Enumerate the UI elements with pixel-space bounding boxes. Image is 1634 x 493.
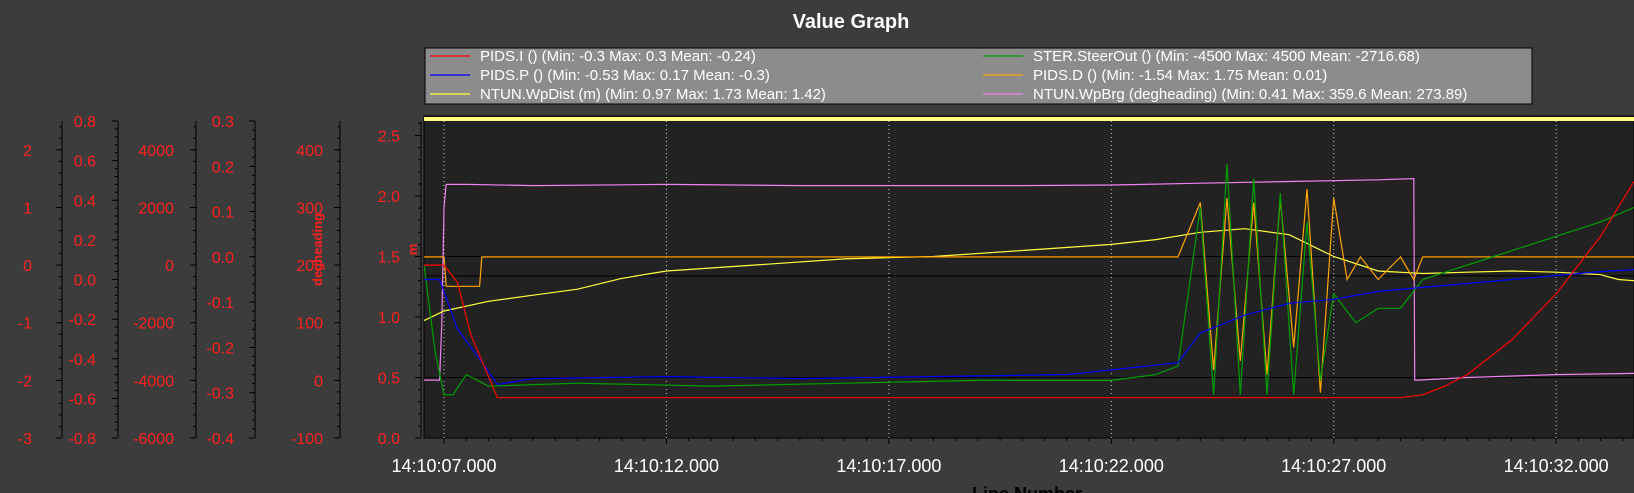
legend-entry: STER.SteerOut () (Min: -4500 Max: 4500 M… — [1033, 48, 1420, 65]
chart-svg[interactable]: Value Graph PIDS.I () (Min: -0.3 Max: 0.… — [0, 0, 1634, 493]
y-tick-label: 400 — [296, 143, 323, 160]
y-tick-label: 0 — [314, 373, 323, 390]
y-tick-label: 0.6 — [74, 154, 96, 171]
y-tick-label: -0.6 — [68, 391, 96, 408]
y-tick-label: 2 — [23, 143, 32, 160]
y-tick-label: 0.0 — [74, 273, 96, 290]
y-tick-label: 0.1 — [212, 205, 234, 222]
y-tick-label: 0.5 — [378, 371, 400, 388]
y-tick-label: -4000 — [133, 373, 174, 390]
chart-title: Value Graph — [793, 11, 910, 33]
y-axis: -6000 -4000 -2000 0 2000 4000 — [133, 121, 197, 448]
y-tick-label: -0.2 — [68, 312, 96, 329]
y-tick-label: -0.1 — [206, 295, 234, 312]
x-tick-label: 14:10:32.000 — [1504, 456, 1609, 476]
y-tick-label: 0.3 — [212, 114, 234, 131]
plot-area[interactable] — [423, 115, 1634, 439]
y-tick-label: 1.0 — [378, 310, 400, 327]
top-highlight-bar — [424, 117, 1634, 121]
y-tick-label: -0.3 — [206, 386, 234, 403]
y-tick-label: 100 — [296, 316, 323, 333]
y-axes: -3 -2 -1 0 1 2 -0.8 -0.6 -0.4 -0.2 0.0 0.2 0.4 0.6 0.8… — [18, 114, 422, 448]
y-tick-label: -0.4 — [206, 431, 234, 448]
y-tick-label: 2.5 — [378, 129, 400, 146]
legend-entry: NTUN.WpBrg (degheading) (Min: 0.41 Max: … — [1033, 86, 1467, 103]
y-axis: -0.4 -0.3 -0.2 -0.1 0.0 0.1 0.2 0.3 — [206, 114, 256, 448]
x-tick-label: 14:10:17.000 — [836, 456, 941, 476]
y-tick-label: -2 — [18, 373, 32, 390]
legend-entry: PIDS.I () (Min: -0.3 Max: 0.3 Mean: -0.2… — [480, 48, 756, 65]
x-tick-label: 14:10:22.000 — [1059, 456, 1164, 476]
y-tick-label: -0.2 — [206, 340, 234, 357]
x-axis-label: Line Number — [972, 484, 1082, 493]
y-tick-label: 0 — [23, 258, 32, 275]
y-tick-label: 0.0 — [378, 431, 400, 448]
y-tick-label: 4000 — [138, 143, 174, 160]
legend-entry: PIDS.D () (Min: -1.54 Max: 1.75 Mean: 0.… — [1033, 67, 1327, 84]
x-tick-label: 14:10:07.000 — [391, 456, 496, 476]
y-axis-label: m — [405, 244, 420, 256]
value-graph-window: Value Graph PIDS.I () (Min: -0.3 Max: 0.… — [0, 0, 1634, 493]
y-tick-label: -0.8 — [68, 431, 96, 448]
x-tick-label: 14:10:27.000 — [1281, 456, 1386, 476]
y-tick-label: -3 — [18, 431, 32, 448]
y-tick-label: 0.0 — [212, 250, 234, 267]
y-tick-label: -100 — [291, 431, 323, 448]
x-axis: 14:10:07.000 14:10:12.000 14:10:17.000 14:1… — [391, 438, 1624, 476]
y-tick-label: 0.8 — [74, 114, 96, 131]
y-tick-label: 1.5 — [378, 250, 400, 267]
y-axis: -0.8 -0.6 -0.4 -0.2 0.0 0.2 0.4 0.6 0.8 — [68, 114, 119, 448]
legend-entry: NTUN.WpDist (m) (Min: 0.97 Max: 1.73 Mea… — [480, 86, 826, 103]
y-tick-label: 0 — [165, 258, 174, 275]
y-axis: -3 -2 -1 0 1 2 — [18, 121, 63, 448]
y-tick-label: 1 — [23, 200, 32, 217]
y-tick-label: -6000 — [133, 431, 174, 448]
y-axis-label: degheading — [310, 213, 325, 286]
y-axis: 0.0 0.5 1.0 1.5 2.0 2.5 m — [378, 121, 422, 448]
legend-entry: PIDS.P () (Min: -0.53 Max: 0.17 Mean: -0… — [480, 67, 770, 84]
x-tick-label: 14:10:12.000 — [614, 456, 719, 476]
y-tick-label: 2.0 — [378, 189, 400, 206]
y-tick-label: -1 — [18, 316, 32, 333]
y-tick-label: 2000 — [138, 200, 174, 217]
y-tick-label: 0.2 — [212, 159, 234, 176]
y-tick-label: 0.2 — [74, 233, 96, 250]
y-tick-label: 0.4 — [74, 193, 96, 210]
y-tick-label: -0.4 — [68, 352, 96, 369]
y-axis: -1000100200300400degheading — [291, 121, 341, 448]
y-tick-label: -2000 — [133, 316, 174, 333]
